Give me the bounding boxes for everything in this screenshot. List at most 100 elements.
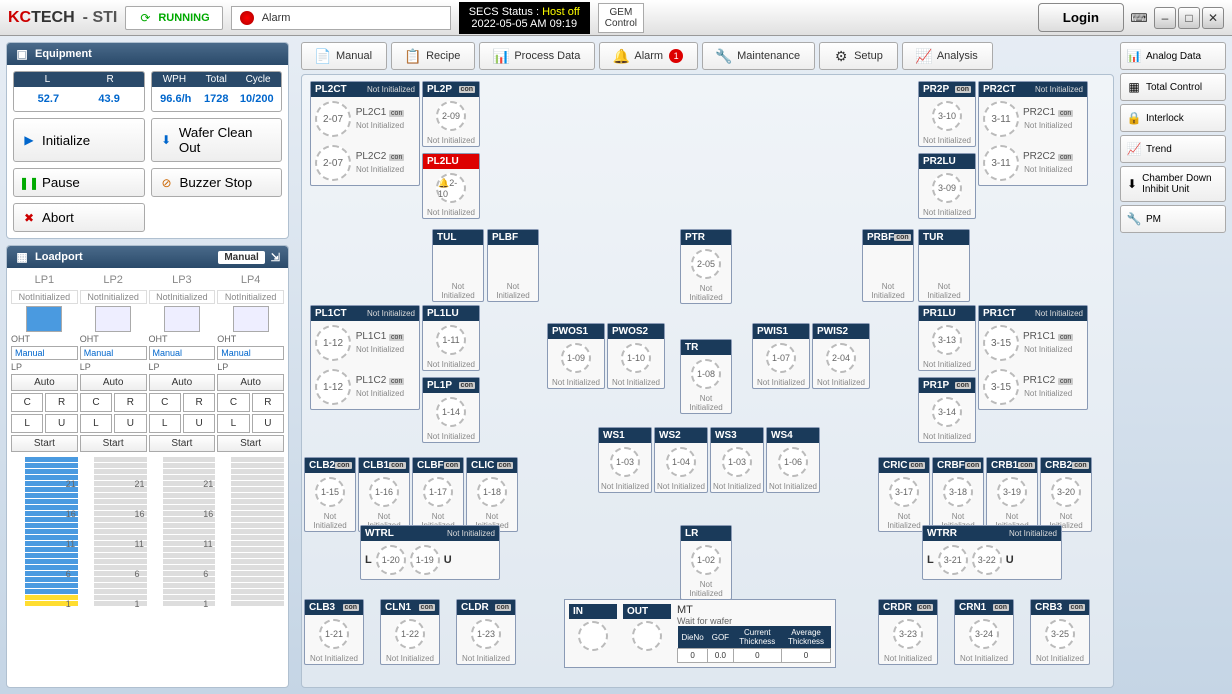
module-PR2LU[interactable]: PR2LU3-09Not Initialized: [918, 153, 976, 219]
keyboard-icon[interactable]: ⌨: [1132, 11, 1146, 25]
tab-analysis[interactable]: 📈Analysis: [902, 42, 993, 70]
loadport-LP2: LP2NotInitializedOHTManualLPAutoCRLUStar…: [80, 272, 147, 606]
module-WS1[interactable]: WS11-03Not Initialized: [598, 427, 652, 493]
module-TUR[interactable]: TURNot Initialized: [918, 229, 970, 302]
module-WS2[interactable]: WS21-04Not Initialized: [654, 427, 708, 493]
lp-auto-button[interactable]: Auto: [80, 374, 147, 391]
analog-data-button[interactable]: 📊Analog Data: [1120, 42, 1226, 70]
module-PLBF[interactable]: PLBFNot Initialized: [487, 229, 539, 302]
module-PWOS1[interactable]: PWOS11-09Not Initialized: [547, 323, 605, 389]
tab-process-data[interactable]: 📊Process Data: [479, 42, 595, 70]
module-CLN1[interactable]: CLN1con1-22Not Initialized: [380, 599, 440, 665]
module-LR[interactable]: LR1-02Not Initialized: [680, 525, 732, 600]
module-CLB3[interactable]: CLB3con1-21Not Initialized: [304, 599, 364, 665]
module-PL1CT[interactable]: PL1CTNot Initialized1-12PL1C1 conNot Ini…: [310, 305, 420, 410]
module-PL2LU[interactable]: PL2LU🔔2-10Not Initialized: [422, 153, 480, 219]
c-button[interactable]: C: [80, 393, 112, 412]
minimize-button[interactable]: –: [1154, 7, 1176, 29]
initialize-button[interactable]: ▶Initialize: [13, 118, 145, 162]
abort-button[interactable]: ✖Abort: [13, 203, 145, 232]
module-WTRR[interactable]: WTRRNot InitializedL3-213-22U: [922, 525, 1062, 580]
module-WS4[interactable]: WS41-06Not Initialized: [766, 427, 820, 493]
module-MT[interactable]: INOUTMTWait for waferDieNoGOFCurrent Thi…: [564, 599, 836, 668]
wafer-clean-out-button[interactable]: ⬇Wafer Clean Out: [151, 118, 283, 162]
module-CLB2[interactable]: CLB2con1-15Not Initialized: [304, 457, 356, 532]
alarm-bar[interactable]: Alarm: [231, 6, 451, 30]
r-button[interactable]: R: [183, 393, 215, 412]
u-button[interactable]: U: [45, 414, 77, 433]
lp-auto-button[interactable]: Auto: [217, 374, 284, 391]
module-CLIC[interactable]: CLICcon1-18Not Initialized: [466, 457, 518, 532]
login-button[interactable]: Login: [1038, 3, 1124, 32]
pause-button[interactable]: ❚❚Pause: [13, 168, 145, 197]
r-button[interactable]: R: [252, 393, 284, 412]
module-PTR[interactable]: PTR2-05Not Initialized: [680, 229, 732, 304]
module-PR2P[interactable]: PR2Pcon3-10Not Initialized: [918, 81, 976, 147]
pm-button[interactable]: 🔧PM: [1120, 205, 1226, 233]
c-button[interactable]: C: [217, 393, 249, 412]
u-button[interactable]: U: [252, 414, 284, 433]
module-PRBF[interactable]: PRBFconNot Initialized: [862, 229, 914, 302]
module-WS3[interactable]: WS31-03Not Initialized: [710, 427, 764, 493]
c-button[interactable]: C: [11, 393, 43, 412]
start-button[interactable]: Start: [149, 435, 216, 452]
l-button[interactable]: L: [217, 414, 249, 433]
buzzer-stop-button[interactable]: ⊘Buzzer Stop: [151, 168, 283, 197]
module-CLB1[interactable]: CLB1con1-16Not Initialized: [358, 457, 410, 532]
oht-field[interactable]: Manual: [149, 346, 216, 360]
module-CRB1[interactable]: CRB1con3-19Not Initialized: [986, 457, 1038, 532]
tab-recipe[interactable]: 📋Recipe: [391, 42, 475, 70]
start-button[interactable]: Start: [11, 435, 78, 452]
module-PL1P[interactable]: PL1Pcon1-14Not Initialized: [422, 377, 480, 443]
loadport-mode[interactable]: Manual: [218, 251, 264, 264]
chamber-down-button[interactable]: ⬇Chamber Down Inhibit Unit: [1120, 166, 1226, 202]
close-button[interactable]: ✕: [1202, 7, 1224, 29]
module-PL2CT[interactable]: PL2CTNot Initialized2-07PL2C1 conNot Ini…: [310, 81, 420, 186]
start-button[interactable]: Start: [217, 435, 284, 452]
r-button[interactable]: R: [114, 393, 146, 412]
oht-field[interactable]: Manual: [11, 346, 78, 360]
module-CLDR[interactable]: CLDRcon1-23Not Initialized: [456, 599, 516, 665]
module-CRIC[interactable]: CRICcon3-17Not Initialized: [878, 457, 930, 532]
l-button[interactable]: L: [11, 414, 43, 433]
tab-maintenance[interactable]: 🔧Maintenance: [702, 42, 815, 70]
u-button[interactable]: U: [183, 414, 215, 433]
tab-setup[interactable]: ⚙Setup: [819, 42, 898, 70]
lp-auto-button[interactable]: Auto: [11, 374, 78, 391]
module-PL2P[interactable]: PL2Pcon2-09Not Initialized: [422, 81, 480, 147]
l-button[interactable]: L: [149, 414, 181, 433]
l-button[interactable]: L: [80, 414, 112, 433]
module-PWIS1[interactable]: PWIS11-07Not Initialized: [752, 323, 810, 389]
tab-manual[interactable]: 📄Manual: [301, 42, 387, 70]
module-CRB3[interactable]: CRB3con3-25Not Initialized: [1030, 599, 1090, 665]
expand-icon[interactable]: ⇲: [271, 251, 280, 264]
module-PL1LU[interactable]: PL1LU1-11Not Initialized: [422, 305, 480, 371]
c-button[interactable]: C: [149, 393, 181, 412]
module-CRB2[interactable]: CRB2con3-20Not Initialized: [1040, 457, 1092, 532]
u-button[interactable]: U: [114, 414, 146, 433]
total-control-button[interactable]: ▦Total Control: [1120, 73, 1226, 101]
module-CRN1[interactable]: CRN1con3-24Not Initialized: [954, 599, 1014, 665]
lp-auto-button[interactable]: Auto: [149, 374, 216, 391]
module-TUL[interactable]: TULNot Initialized: [432, 229, 484, 302]
module-CRDR[interactable]: CRDRcon3-23Not Initialized: [878, 599, 938, 665]
module-TR[interactable]: TR1-08Not Initialized: [680, 339, 732, 414]
r-button[interactable]: R: [45, 393, 77, 412]
maximize-button[interactable]: □: [1178, 7, 1200, 29]
module-PWIS2[interactable]: PWIS22-04Not Initialized: [812, 323, 870, 389]
module-CLBF[interactable]: CLBFcon1-17Not Initialized: [412, 457, 464, 532]
trend-button[interactable]: 📈Trend: [1120, 135, 1226, 163]
interlock-button[interactable]: 🔒Interlock: [1120, 104, 1226, 132]
module-PR2CT[interactable]: PR2CTNot Initialized3-11PR2C1 conNot Ini…: [978, 81, 1088, 186]
module-CRBF[interactable]: CRBFcon3-18Not Initialized: [932, 457, 984, 532]
oht-field[interactable]: Manual: [80, 346, 147, 360]
module-PWOS2[interactable]: PWOS21-10Not Initialized: [607, 323, 665, 389]
start-button[interactable]: Start: [80, 435, 147, 452]
module-PR1LU[interactable]: PR1LU3-13Not Initialized: [918, 305, 976, 371]
module-PR1P[interactable]: PR1Pcon3-14Not Initialized: [918, 377, 976, 443]
module-WTRL[interactable]: WTRLNot InitializedL1-201-19U: [360, 525, 500, 580]
tab-alarm[interactable]: 🔔Alarm1: [599, 42, 698, 70]
module-PR1CT[interactable]: PR1CTNot Initialized3-15PR1C1 conNot Ini…: [978, 305, 1088, 410]
oht-field[interactable]: Manual: [217, 346, 284, 360]
total-icon: ▦: [1127, 80, 1141, 94]
